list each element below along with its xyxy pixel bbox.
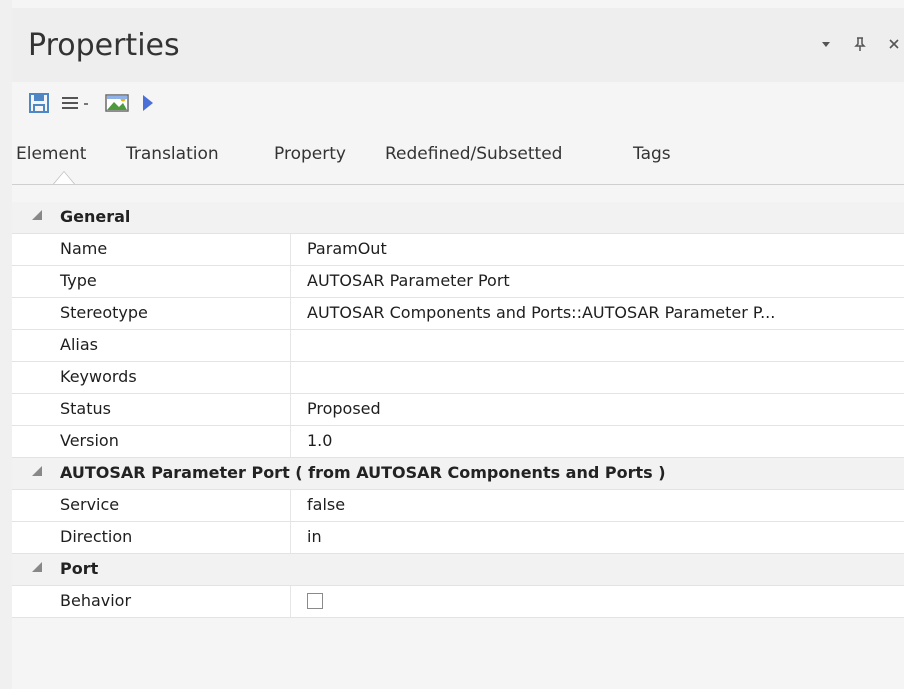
column-divider	[290, 522, 291, 553]
left-edge	[0, 0, 12, 689]
tab-element[interactable]: Element	[16, 144, 86, 164]
column-divider	[290, 298, 291, 329]
property-row[interactable]: Alias	[12, 330, 904, 362]
section-port[interactable]: Port	[12, 554, 904, 586]
column-divider	[290, 362, 291, 393]
property-row[interactable]: Name ParamOut	[12, 234, 904, 266]
tab-redefined-subsetted[interactable]: Redefined/Subsetted	[385, 144, 562, 164]
property-value[interactable]: AUTOSAR Components and Ports::AUTOSAR Pa…	[307, 303, 775, 322]
properties-panel: Properties Element Translation Property …	[0, 0, 904, 689]
tab-property[interactable]: Property	[274, 144, 346, 164]
property-row[interactable]: Status Proposed	[12, 394, 904, 426]
property-row[interactable]: Behavior	[12, 586, 904, 618]
column-divider	[290, 330, 291, 361]
chevron-down-icon[interactable]	[816, 36, 836, 56]
column-divider	[290, 426, 291, 457]
title-bar: Properties	[12, 8, 904, 82]
property-grid: General Name ParamOut Type AUTOSAR Param…	[12, 202, 904, 618]
column-divider	[290, 490, 291, 521]
behavior-checkbox[interactable]	[307, 593, 323, 609]
play-icon[interactable]	[140, 90, 156, 116]
column-divider	[290, 394, 291, 425]
property-row[interactable]: Service false	[12, 490, 904, 522]
image-icon[interactable]	[104, 90, 130, 116]
property-key: Alias	[60, 335, 98, 354]
property-key: Type	[60, 271, 97, 290]
tab-translation[interactable]: Translation	[126, 144, 219, 164]
property-row[interactable]: Direction in	[12, 522, 904, 554]
property-key: Name	[60, 239, 108, 258]
section-label: Port	[60, 559, 99, 578]
save-icon[interactable]	[28, 90, 50, 116]
tab-bar: Element Translation Property Redefined/S…	[12, 132, 904, 185]
property-row[interactable]: Keywords	[12, 362, 904, 394]
column-divider	[290, 586, 291, 617]
property-key: Status	[60, 399, 111, 418]
section-label: General	[60, 207, 131, 226]
property-value[interactable]: 1.0	[307, 431, 332, 450]
tab-tags[interactable]: Tags	[633, 144, 671, 164]
property-key: Direction	[60, 527, 133, 546]
collapse-icon[interactable]	[32, 210, 42, 220]
property-key: Keywords	[60, 367, 137, 386]
property-key: Behavior	[60, 591, 132, 610]
property-key: Stereotype	[60, 303, 148, 322]
property-value[interactable]: Proposed	[307, 399, 381, 418]
close-icon[interactable]	[884, 36, 904, 56]
section-general[interactable]: General	[12, 202, 904, 234]
collapse-icon[interactable]	[32, 466, 42, 476]
property-value[interactable]: false	[307, 495, 345, 514]
property-value[interactable]: AUTOSAR Parameter Port	[307, 271, 510, 290]
title-controls	[816, 36, 904, 56]
active-tab-indicator	[54, 172, 74, 184]
property-value[interactable]: ParamOut	[307, 239, 387, 258]
property-row[interactable]: Stereotype AUTOSAR Components and Ports:…	[12, 298, 904, 330]
property-key: Version	[60, 431, 119, 450]
property-value[interactable]: in	[307, 527, 322, 546]
property-row[interactable]: Version 1.0	[12, 426, 904, 458]
column-divider	[290, 234, 291, 265]
toolbar	[12, 82, 904, 124]
section-autosar-parameter-port[interactable]: AUTOSAR Parameter Port ( from AUTOSAR Co…	[12, 458, 904, 490]
property-row[interactable]: Type AUTOSAR Parameter Port	[12, 266, 904, 298]
pin-icon[interactable]	[850, 36, 870, 56]
property-key: Service	[60, 495, 120, 514]
section-label: AUTOSAR Parameter Port ( from AUTOSAR Co…	[60, 463, 666, 482]
hamburger-menu-icon[interactable]	[60, 90, 94, 116]
panel-title: Properties	[28, 27, 180, 63]
column-divider	[290, 266, 291, 297]
collapse-icon[interactable]	[32, 562, 42, 572]
